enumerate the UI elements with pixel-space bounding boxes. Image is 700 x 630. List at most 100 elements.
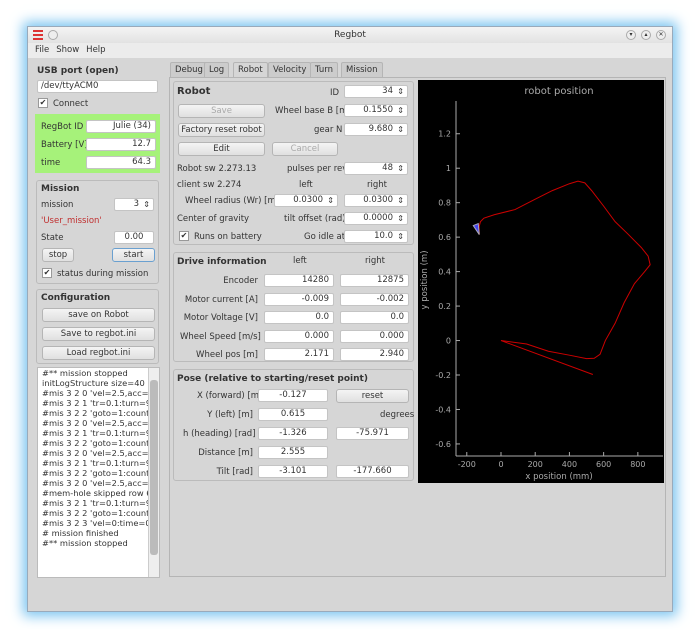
drive-row-label: Motor current [A]: [184, 294, 258, 305]
log-line: #mis 3 2 3 'vel=0:time=0.5': [42, 518, 160, 528]
status-during-mission-label: status during mission: [57, 269, 149, 279]
x-label: X (forward) [m]: [197, 391, 263, 401]
maximize-button[interactable]: ▴: [641, 30, 651, 40]
y-tick-label: 0.6: [438, 233, 451, 242]
heading-degrees-field: -75.971: [336, 427, 409, 440]
tab-robot[interactable]: Robot: [233, 62, 268, 78]
factory-reset-button[interactable]: Factory reset robot: [178, 123, 265, 137]
heading-label: h (heading) [rad]: [183, 429, 256, 439]
robot-sw-label: Robot sw 2.273.13: [177, 164, 257, 174]
tab-log[interactable]: Log: [204, 62, 230, 77]
x-tick-label: 0: [498, 460, 503, 469]
save-on-robot-button[interactable]: save on Robot: [42, 308, 155, 322]
wheel-radius-label: Wheel radius (Wr) [m]: [185, 196, 280, 206]
robot-position-plot[interactable]: robot position -200 0 200 400 600 800 -0.6 -0.4 -…: [418, 80, 664, 483]
wheel-radius-left-spinbox[interactable]: 0.0300: [274, 194, 338, 207]
battery-label: Battery [V]: [41, 140, 88, 150]
drive-right-field: -0.002: [340, 292, 409, 306]
reset-pose-button[interactable]: reset: [336, 389, 409, 403]
stop-button[interactable]: stop: [42, 248, 74, 262]
window-menu-button[interactable]: [48, 30, 58, 40]
tilt-offset-label: tilt offset (rad): [284, 214, 346, 224]
menu-help[interactable]: Help: [86, 43, 105, 58]
robot-id-field: Julie (34): [86, 120, 156, 133]
cog-label: Center of gravity: [177, 214, 250, 224]
heading-field: -1.326: [258, 427, 328, 440]
tilt-field: -3.101: [258, 465, 328, 478]
cancel-button[interactable]: Cancel: [272, 142, 338, 156]
log-line: #mis 3 2 2 'goto=1:count=3': [42, 508, 160, 518]
close-button[interactable]: ✕: [656, 30, 666, 40]
log-scrollbar[interactable]: [148, 368, 159, 577]
pulses-spinbox[interactable]: 48: [344, 162, 408, 175]
mission-title: Mission: [41, 184, 80, 194]
y-tick-label: -0.2: [435, 371, 451, 380]
distance-field: 2.555: [258, 446, 328, 459]
plot-background: [418, 80, 664, 483]
log-line: #mis 3 2 1 'tr=0.1:turn=90': [42, 428, 159, 438]
state-field: 0.00: [114, 231, 154, 244]
tab-turn[interactable]: Turn: [310, 62, 339, 77]
y-field: 0.615: [258, 408, 328, 421]
menu-file[interactable]: File: [35, 43, 49, 58]
window-title: Regbot: [334, 30, 366, 40]
runs-on-battery-checkbox[interactable]: ✔: [179, 231, 189, 241]
scrollbar-thumb[interactable]: [150, 380, 158, 555]
y-axis-label: y position (m): [420, 250, 430, 309]
log-line: #mis 3 2 1 'tr=0.1:turn=90': [42, 398, 159, 408]
mission-label: mission: [41, 200, 74, 210]
menu-show[interactable]: Show: [56, 43, 79, 58]
title-bar: Regbot ▾ ▴ ✕: [28, 27, 672, 43]
y-tick-label: -0.6: [435, 440, 451, 449]
log-line: #mis 3 2 0 'vel=2.5,acc=100,lo: [42, 388, 159, 398]
port-input[interactable]: /dev/ttyACM0: [37, 80, 158, 93]
log-line: #** mission stopped: [42, 368, 128, 378]
tab-mission[interactable]: Mission: [341, 62, 383, 77]
wheelbase-label: Wheel base B [m]: [275, 106, 351, 116]
left-header: left: [299, 180, 313, 190]
x-tick-label: 600: [596, 460, 611, 469]
y-label: Y (left) [m]: [207, 410, 253, 420]
status-during-mission-checkbox[interactable]: ✔: [42, 268, 52, 278]
x-tick-label: 800: [630, 460, 645, 469]
drive-right-header: right: [365, 256, 385, 266]
robot-title: Robot: [177, 86, 211, 97]
id-label: RegBot ID: [41, 122, 84, 132]
x-axis-label: x position (mm): [525, 472, 592, 482]
save-button[interactable]: Save: [178, 104, 265, 118]
drive-right-field: 0.0: [340, 311, 409, 324]
log-line: #mem-hole skipped row 623: [42, 488, 160, 498]
idle-spinbox[interactable]: 10.0: [344, 230, 408, 243]
mission-spinbox[interactable]: 3: [114, 198, 154, 211]
id-spinbox[interactable]: 34: [344, 85, 408, 98]
y-tick-label: 1.2: [438, 130, 451, 139]
load-ini-button[interactable]: Load regbot.ini: [42, 346, 155, 360]
edit-button[interactable]: Edit: [178, 142, 265, 156]
log-line: #mis 3 2 0 'vel=2.5,acc=100,lo: [42, 478, 159, 488]
id-label: ID: [330, 88, 340, 98]
start-button[interactable]: start: [112, 248, 155, 262]
menu-bar: File Show Help: [28, 43, 672, 58]
minimize-button[interactable]: ▾: [626, 30, 636, 40]
distance-label: Distance [m]: [198, 448, 253, 458]
tab-velocity[interactable]: Velocity: [268, 62, 312, 77]
tab-debug[interactable]: Debug: [170, 62, 208, 77]
connect-checkbox[interactable]: ✔: [38, 98, 48, 108]
x-tick-label: 200: [528, 460, 543, 469]
y-tick-label: 0.2: [438, 302, 451, 311]
log-line: initLogStructure size=40 bytes: [42, 378, 160, 388]
right-header: right: [367, 180, 387, 190]
log-line: #mis 3 2 0 'vel=2.5,acc=100,lo: [42, 448, 159, 458]
wheelbase-spinbox[interactable]: 0.1550: [344, 104, 408, 117]
drive-left-field: 2.171: [264, 348, 334, 361]
wheel-radius-right-spinbox[interactable]: 0.0300: [344, 194, 408, 207]
log-line: #mis 3 2 1 'tr=0.1:turn=90': [42, 498, 159, 508]
save-ini-button[interactable]: Save to regbot.ini: [42, 327, 155, 341]
gear-spinbox[interactable]: 9.680: [344, 123, 408, 136]
drive-right-field: 0.000: [340, 329, 409, 343]
configuration-title: Configuration: [41, 293, 111, 303]
log-list[interactable]: #** mission stopped initLogStructure size…: [37, 367, 160, 578]
tilt-offset-spinbox[interactable]: 0.0000: [344, 212, 408, 225]
log-line: #mis 3 2 2 'goto=1:count=3': [42, 438, 160, 448]
x-field: -0.127: [258, 389, 328, 402]
